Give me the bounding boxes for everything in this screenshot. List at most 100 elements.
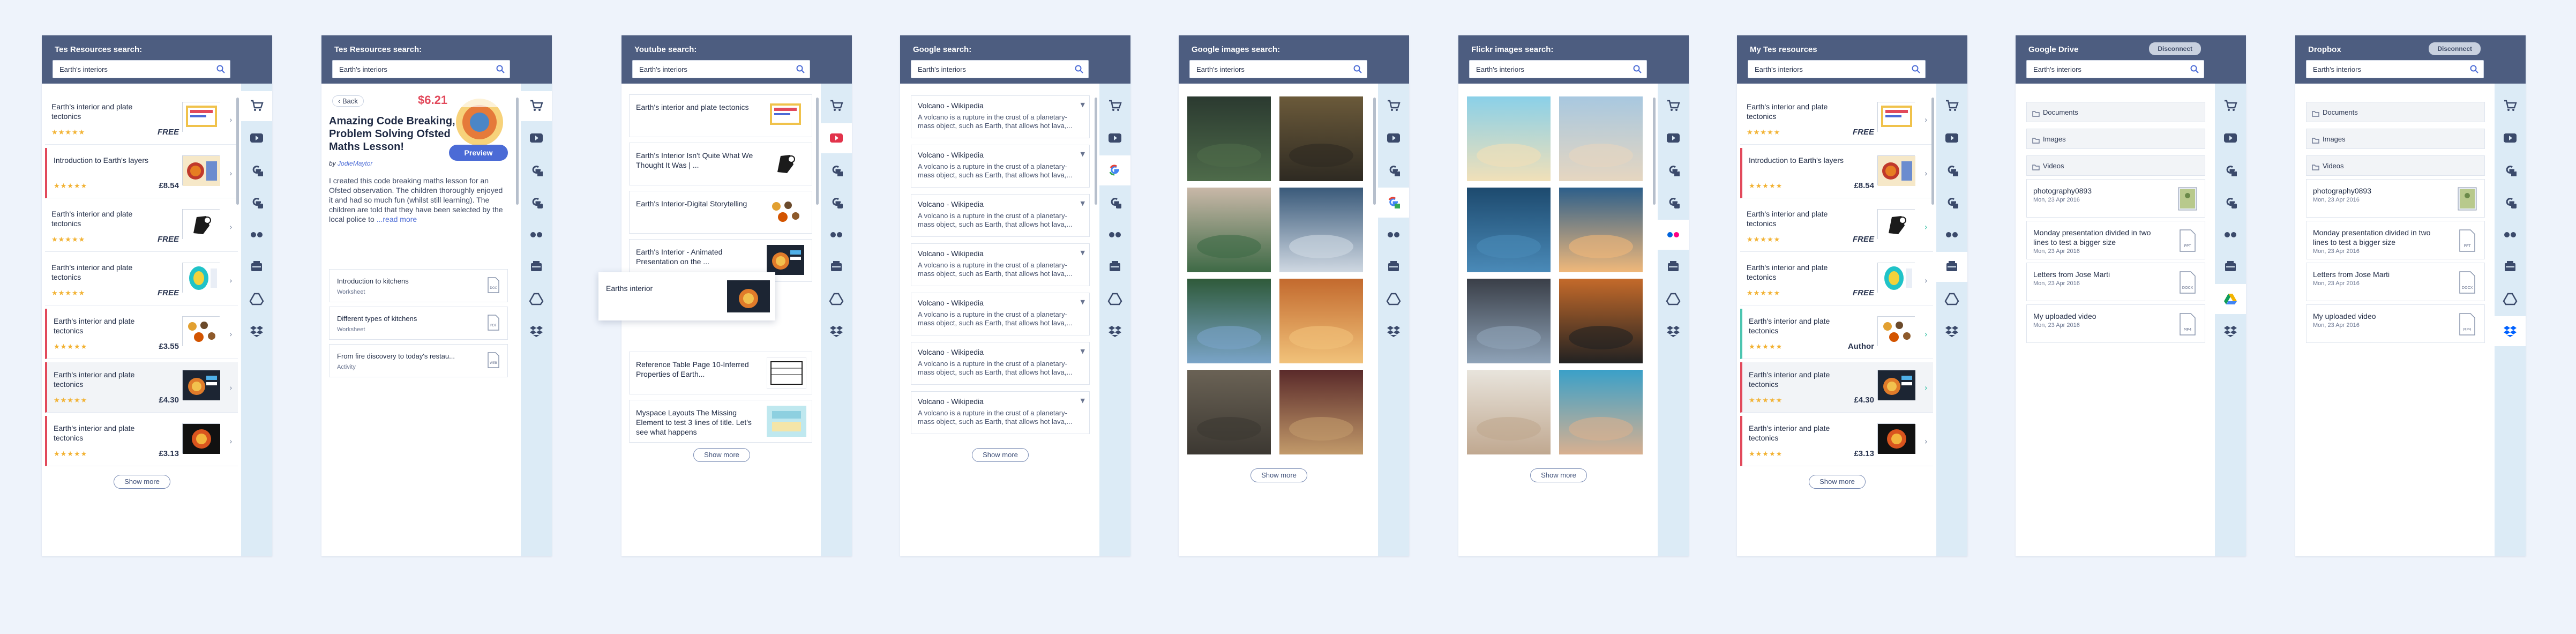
show-more-button[interactable]: Show more xyxy=(693,448,750,462)
search-icon[interactable] xyxy=(216,64,226,74)
search-input[interactable]: Earth's interiors xyxy=(632,60,810,78)
image-result[interactable] xyxy=(1559,370,1643,454)
expand-icon[interactable]: ▼ xyxy=(1081,249,1085,256)
rail-button-youtube[interactable] xyxy=(1378,123,1409,153)
image-result[interactable] xyxy=(1279,188,1363,272)
rail-button-google-images[interactable] xyxy=(1099,188,1130,218)
rail-button-google[interactable] xyxy=(241,155,272,185)
scrollbar[interactable] xyxy=(1095,98,1097,205)
show-more-button[interactable]: Show more xyxy=(1530,468,1587,482)
rail-button-google-images[interactable] xyxy=(1658,188,1689,218)
search-icon[interactable] xyxy=(2469,64,2479,74)
file-item[interactable]: Monday presentation divided in two lines… xyxy=(2306,221,2485,259)
web-result[interactable]: Volcano - Wikipedia A volcano is a ruptur… xyxy=(911,391,1090,434)
rail-button-flickr[interactable] xyxy=(241,220,272,250)
rail-button-dropbox[interactable] xyxy=(521,316,552,346)
rail-button-tes-box[interactable] xyxy=(1378,252,1409,282)
show-more-button[interactable]: Show more xyxy=(1250,468,1307,482)
rail-button-cart[interactable] xyxy=(1658,91,1689,121)
read-more-link[interactable]: ...read more xyxy=(377,215,417,223)
rail-button-google-images[interactable] xyxy=(1936,188,1967,218)
resource-card[interactable]: Introduction to Earth's layers ★★★★★ £8.54… xyxy=(45,148,238,198)
folder-item[interactable]: Videos xyxy=(2026,155,2205,176)
rail-button-drive[interactable] xyxy=(2495,284,2526,314)
rail-button-google[interactable] xyxy=(2495,155,2526,185)
image-result[interactable] xyxy=(1279,370,1363,454)
rail-button-tes-box[interactable] xyxy=(2215,252,2246,282)
resource-card[interactable]: Earth's interior and plate tectonics ★★★★… xyxy=(45,416,238,466)
rail-button-dropbox[interactable] xyxy=(241,316,272,346)
chevron-right-icon[interactable]: › xyxy=(1924,383,1928,393)
rail-button-google[interactable] xyxy=(2215,155,2246,185)
rail-button-flickr[interactable] xyxy=(1099,220,1130,250)
scrollbar[interactable] xyxy=(1653,98,1656,205)
rail-button-tes-box[interactable] xyxy=(1936,252,1967,282)
rail-button-drive[interactable] xyxy=(521,284,552,314)
resource-card[interactable]: Earth's interior and plate tectonics ★★★★… xyxy=(45,309,238,359)
rail-button-dropbox[interactable] xyxy=(1658,316,1689,346)
rail-button-drive[interactable] xyxy=(1378,284,1409,314)
chevron-right-icon[interactable]: › xyxy=(229,436,233,446)
rail-button-drive[interactable] xyxy=(821,284,852,314)
resource-card[interactable]: Introduction to Earth's layers ★★★★★ £8.54… xyxy=(1740,148,1933,198)
chevron-right-icon[interactable]: › xyxy=(229,329,233,339)
rail-button-flickr[interactable] xyxy=(1936,220,1967,250)
search-input[interactable]: Earth's interiors xyxy=(332,60,510,78)
disconnect-button[interactable]: Disconnect xyxy=(2149,42,2201,55)
resource-card[interactable]: Earth's interior and plate tectonics ★★★★… xyxy=(45,202,238,252)
expand-icon[interactable]: ▼ xyxy=(1081,200,1085,207)
chevron-right-icon[interactable]: › xyxy=(1924,329,1928,339)
image-result[interactable] xyxy=(1559,279,1643,363)
rail-button-flickr[interactable] xyxy=(2215,220,2246,250)
rail-button-drive[interactable] xyxy=(2215,284,2246,314)
back-button[interactable]: ‹ Back xyxy=(332,95,364,107)
chevron-right-icon[interactable]: › xyxy=(1924,115,1928,125)
rail-button-drive[interactable] xyxy=(1936,284,1967,314)
rail-button-youtube[interactable] xyxy=(521,123,552,153)
chevron-right-icon[interactable]: › xyxy=(1924,168,1928,178)
rail-button-dropbox[interactable] xyxy=(1099,316,1130,346)
scrollbar[interactable] xyxy=(1931,98,1934,205)
search-input[interactable]: Earth's interiors xyxy=(911,60,1089,78)
rail-button-dropbox[interactable] xyxy=(1936,316,1967,346)
resource-card[interactable]: Earth's interior and plate tectonics ★★★★… xyxy=(1740,416,1933,466)
image-result[interactable] xyxy=(1279,279,1363,363)
rail-button-drive[interactable] xyxy=(1099,284,1130,314)
resource-file[interactable]: From fire discovery to today's restau...… xyxy=(329,344,508,377)
rail-button-tes-box[interactable] xyxy=(241,252,272,282)
search-icon[interactable] xyxy=(2190,64,2199,74)
chevron-right-icon[interactable]: › xyxy=(229,222,233,232)
rail-button-drive[interactable] xyxy=(1658,284,1689,314)
scrollbar[interactable] xyxy=(516,98,519,205)
resource-card[interactable]: Earth's interior and plate tectonics ★★★★… xyxy=(1740,202,1933,252)
file-item[interactable]: photography0893 Mon, 23 Apr 2016 xyxy=(2306,179,2485,218)
rail-button-youtube[interactable] xyxy=(2495,123,2526,153)
rail-button-google-images[interactable] xyxy=(521,188,552,218)
rail-button-google[interactable] xyxy=(1936,155,1967,185)
rail-button-flickr[interactable] xyxy=(1658,220,1689,250)
chevron-right-icon[interactable]: › xyxy=(229,115,233,125)
scrollbar[interactable] xyxy=(816,98,819,205)
folder-item[interactable]: Documents xyxy=(2026,102,2205,122)
folder-item[interactable]: Videos xyxy=(2306,155,2485,176)
preview-button[interactable]: Preview xyxy=(449,145,508,161)
rail-button-google[interactable] xyxy=(821,155,852,185)
resource-card[interactable]: Earth's interior and plate tectonics ★★★★… xyxy=(1740,309,1933,359)
file-item[interactable]: Letters from Jose Marti Mon, 23 Apr 2016 D… xyxy=(2306,263,2485,301)
rail-button-youtube[interactable] xyxy=(1936,123,1967,153)
search-input[interactable]: Earth's interiors xyxy=(2306,60,2484,78)
search-input[interactable]: Earth's interiors xyxy=(1748,60,1926,78)
rail-button-dropbox[interactable] xyxy=(2495,316,2526,346)
rail-button-google-images[interactable] xyxy=(241,188,272,218)
rail-button-flickr[interactable] xyxy=(821,220,852,250)
rail-button-youtube[interactable] xyxy=(2215,123,2246,153)
resource-card[interactable]: Earth's interior and plate tectonics ★★★★… xyxy=(1740,255,1933,305)
video-item[interactable]: Myspace Layouts The Missing Element to t… xyxy=(629,400,812,443)
image-result[interactable] xyxy=(1187,188,1271,272)
rail-button-google-images[interactable] xyxy=(1378,188,1409,218)
search-input[interactable]: Earth's interiors xyxy=(1469,60,1647,78)
image-result[interactable] xyxy=(1467,370,1551,454)
show-more-button[interactable]: Show more xyxy=(1809,475,1866,489)
image-result[interactable] xyxy=(1467,188,1551,272)
video-item[interactable]: Earth's Interior-Digital Storytelling xyxy=(629,191,812,234)
